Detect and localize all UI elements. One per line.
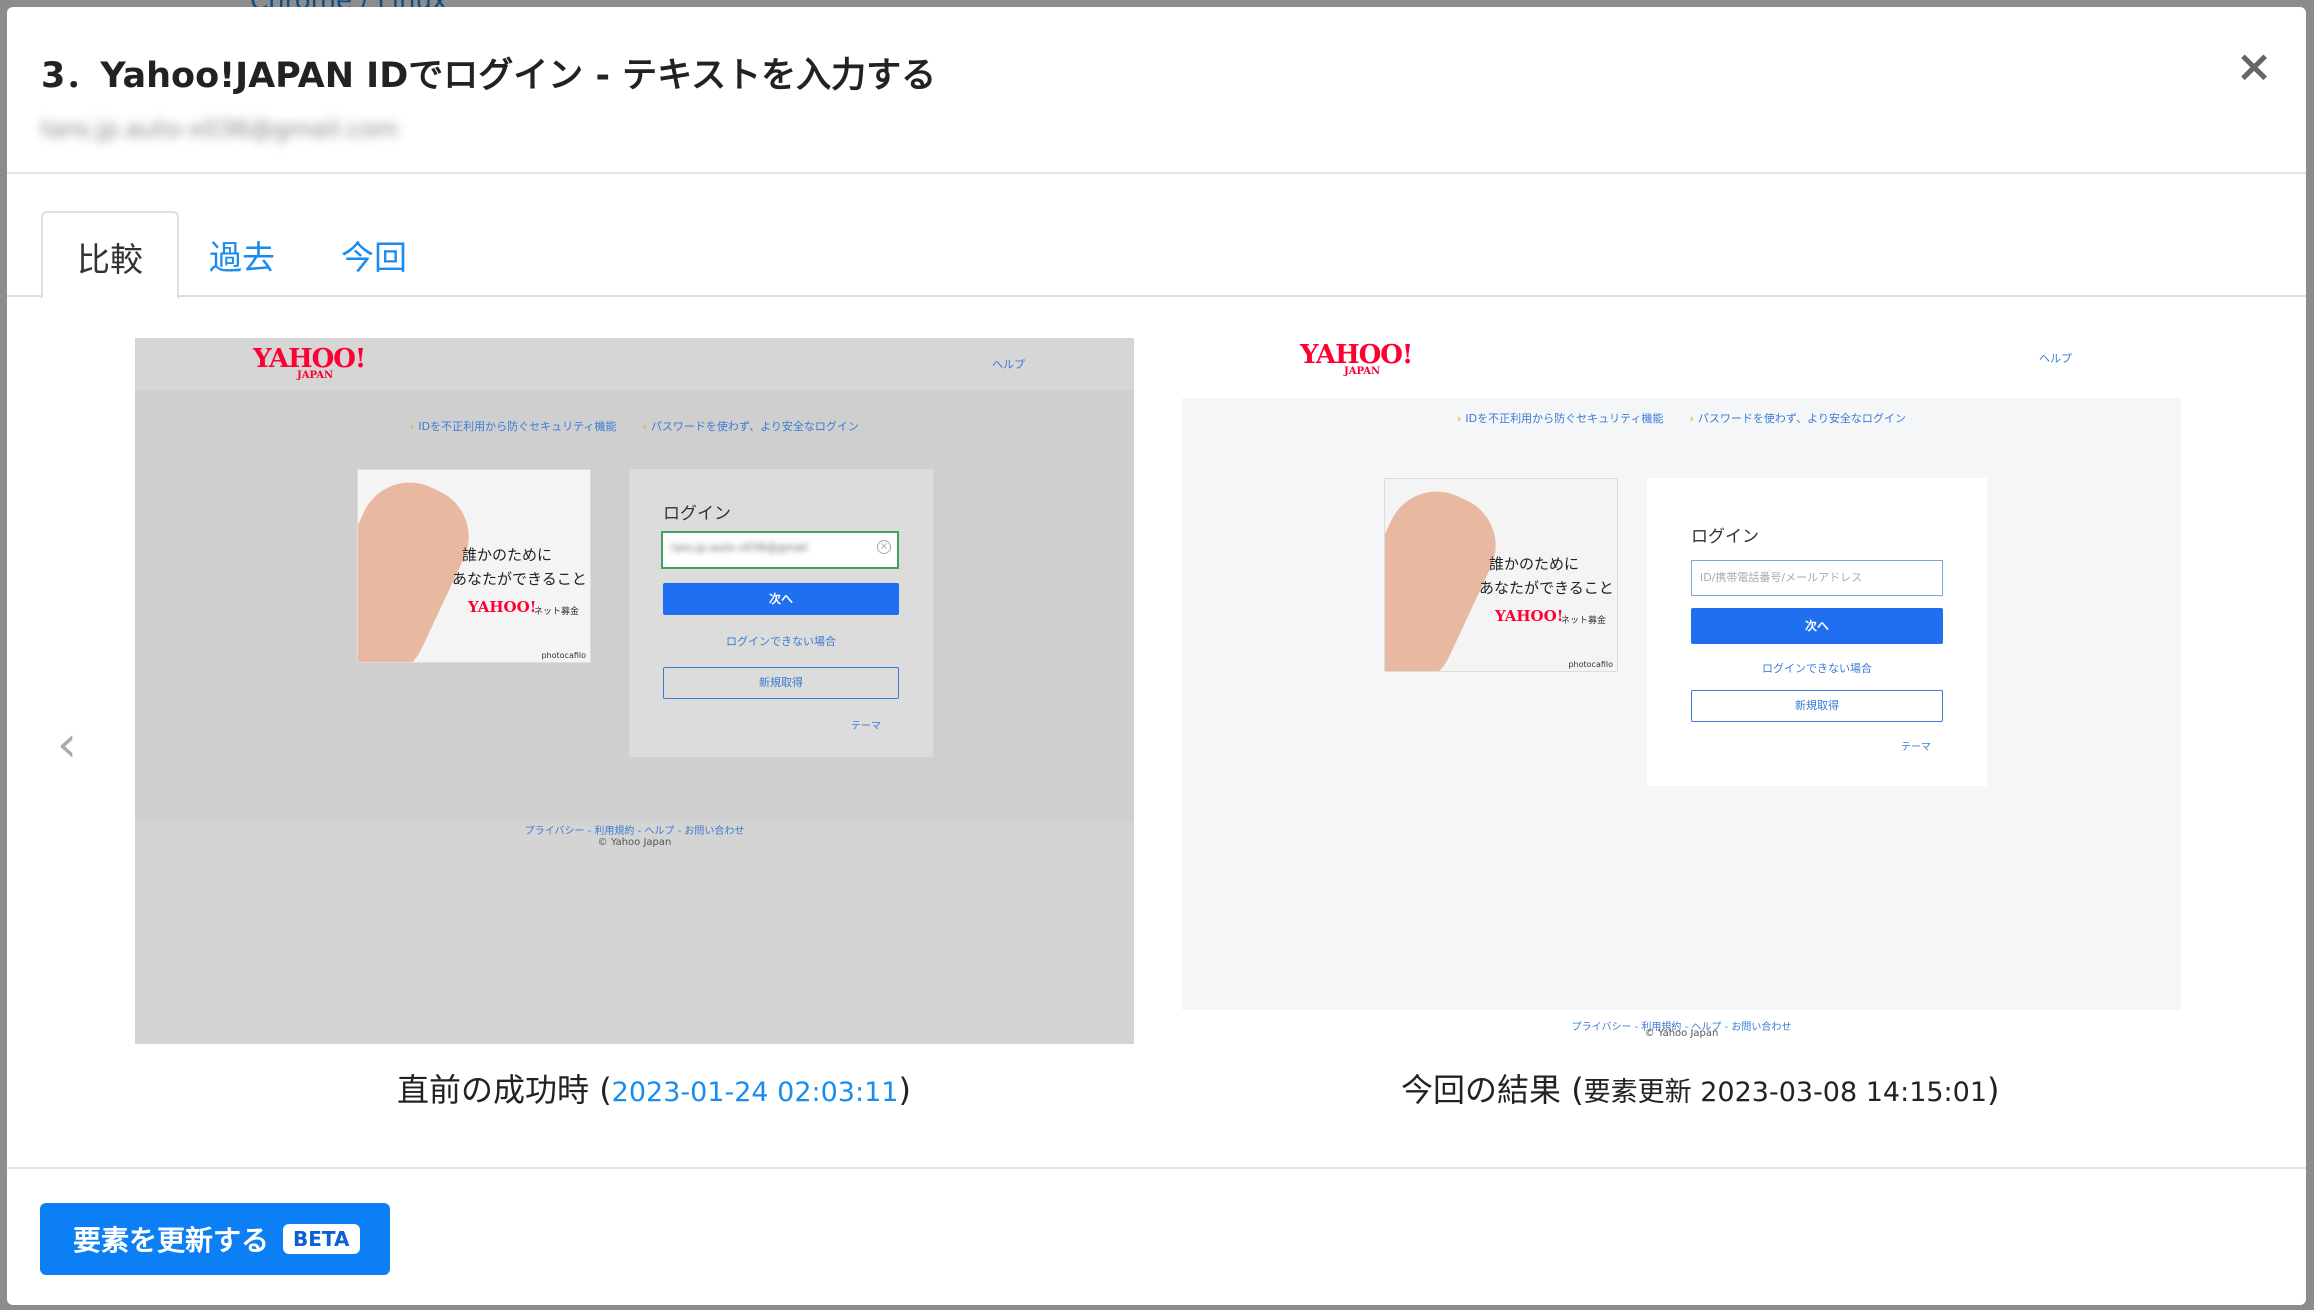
- security-link[interactable]: IDを不正利用から防ぐセキュリティ機能: [410, 420, 616, 433]
- next-button[interactable]: 次へ: [663, 583, 899, 615]
- chevron-left-icon[interactable]: ‹: [57, 715, 77, 773]
- modal-header: 3．Yahoo!JAPAN IDでログイン - テキストを入力する taro.j…: [7, 7, 2306, 174]
- modal-footer: 要素を更新する BETA: [7, 1167, 2306, 1305]
- cant-login-link[interactable]: ログインできない場合: [1691, 660, 1943, 676]
- help-link[interactable]: ヘルプ: [2039, 350, 2072, 366]
- theme-link[interactable]: テーマ: [1901, 738, 1931, 753]
- comparison-modal: 3．Yahoo!JAPAN IDでログイン - テキストを入力する taro.j…: [7, 7, 2306, 1305]
- promo-text-1: 誰かのために: [1489, 555, 1580, 573]
- passwordless-link[interactable]: パスワードを使わず、より安全なログイン: [1689, 412, 1905, 425]
- yahoo-logo-sub: JAPAN: [297, 370, 334, 381]
- current-caption-close: ): [1987, 1071, 2000, 1109]
- yahoo-logo-sub: JAPAN: [1344, 366, 1381, 377]
- past-caption-open: (: [589, 1071, 612, 1109]
- promo-text-1: 誰かのために: [462, 546, 553, 564]
- promo-tag: ネット募金: [1561, 616, 1607, 626]
- top-links: IDを不正利用から防ぐセキュリティ機能 パスワードを使わず、より安全なログイン: [1457, 410, 1932, 426]
- current-screenshot: YAHOO!JAPAN ヘルプ IDを不正利用から防ぐセキュリティ機能パスワード…: [1182, 338, 2181, 1044]
- login-card: ログイン ID/携帯電話番号/メールアドレス 次へ ログインできない場合 新規取…: [1647, 478, 1987, 786]
- promo-banner[interactable]: 誰かのために あなたができること YAHOO! ネット募金 photocafil…: [1384, 478, 1618, 672]
- past-screenshot: YAHOO!JAPAN ヘルプ IDを不正利用から防ぐセキュリティ機能パスワード…: [135, 338, 1134, 1044]
- clear-icon[interactable]: ×: [877, 540, 891, 554]
- copyright: © Yahoo Japan: [1644, 1028, 1719, 1039]
- tab-compare[interactable]: 比較: [41, 211, 179, 299]
- new-account-button[interactable]: 新規取得: [663, 667, 899, 699]
- footer-links[interactable]: プライバシー - 利用規約 - ヘルプ - お問い合わせ: [525, 826, 745, 837]
- new-account-button[interactable]: 新規取得: [1691, 690, 1943, 722]
- login-title: ログイン: [1691, 527, 1759, 547]
- past-timestamp-link[interactable]: 2023-01-24 02:03:11: [612, 1077, 899, 1108]
- yahoo-logo: YAHOO! JAPAN: [253, 344, 366, 381]
- current-copyright-row: © Yahoo Japan: [1182, 1028, 2181, 1039]
- tab-past[interactable]: 過去: [175, 211, 309, 297]
- yahoo-logo: YAHOO! JAPAN: [1300, 340, 1413, 377]
- id-input[interactable]: ID/携帯電話番号/メールアドレス: [1691, 560, 1943, 596]
- top-links: IDを不正利用から防ぐセキュリティ機能 パスワードを使わず、より安全なログイン: [410, 418, 885, 434]
- tab-current[interactable]: 今回: [307, 211, 441, 297]
- past-caption-close: ): [898, 1071, 911, 1109]
- help-link[interactable]: ヘルプ: [992, 356, 1025, 372]
- promo-logo: YAHOO!: [468, 598, 537, 616]
- current-caption-open: (: [1561, 1071, 1584, 1109]
- current-caption: 今回の結果 (要素更新 2023-03-08 14:15:01): [1401, 1065, 2000, 1111]
- modal-subtitle: taro.jp.auto-x036@gmail.com: [41, 115, 399, 143]
- current-caption-detail: 要素更新 2023-03-08 14:15:01: [1583, 1077, 1988, 1108]
- next-button[interactable]: 次へ: [1691, 608, 1943, 644]
- promo-logo: YAHOO!: [1495, 607, 1564, 625]
- theme-link[interactable]: テーマ: [851, 717, 881, 732]
- modal-title: 3．Yahoo!JAPAN IDでログイン - テキストを入力する: [41, 56, 937, 96]
- past-caption-label: 直前の成功時: [397, 1071, 590, 1109]
- past-caption: 直前の成功時 (2023-01-24 02:03:11): [397, 1065, 911, 1111]
- promo-text-2: あなたができること: [452, 570, 587, 588]
- close-icon[interactable]: ×: [2232, 45, 2276, 89]
- copyright: © Yahoo Japan: [597, 837, 672, 848]
- tab-bar: 比較 過去 今回: [7, 211, 2306, 299]
- security-link[interactable]: IDを不正利用から防ぐセキュリティ機能: [1457, 412, 1663, 425]
- login-card: ログイン taro.jp.auto-x036@gmail × 次へ ログインでき…: [629, 469, 933, 757]
- passwordless-link[interactable]: パスワードを使わず、より安全なログイン: [642, 420, 858, 433]
- mini-footer: プライバシー - 利用規約 - ヘルプ - お問い合わせ © Yahoo Jap…: [135, 822, 1134, 848]
- login-title: ログイン: [663, 504, 731, 524]
- update-elements-button[interactable]: 要素を更新する BETA: [40, 1203, 390, 1275]
- current-caption-label: 今回の結果: [1401, 1071, 1562, 1109]
- promo-tag: ネット募金: [534, 607, 580, 617]
- update-elements-label: 要素を更新する: [73, 1224, 270, 1257]
- promo-credit: photocafilo: [1568, 660, 1613, 669]
- id-input-value: taro.jp.auto-x036@gmail: [671, 541, 808, 554]
- beta-badge: BETA: [283, 1224, 360, 1254]
- promo-text-2: あなたができること: [1479, 579, 1614, 597]
- id-input[interactable]: taro.jp.auto-x036@gmail ×: [661, 531, 899, 569]
- promo-credit: photocafilo: [541, 651, 586, 660]
- promo-banner[interactable]: 誰かのために あなたができること YAHOO! ネット募金 photocafil…: [357, 469, 591, 663]
- cant-login-link[interactable]: ログインできない場合: [663, 633, 899, 649]
